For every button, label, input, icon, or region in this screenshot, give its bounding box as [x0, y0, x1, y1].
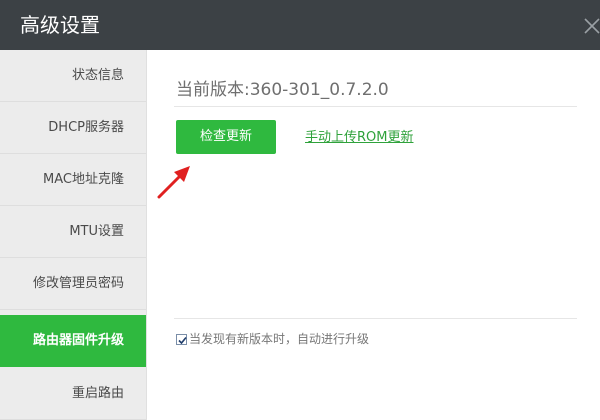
sidebar-item-mac-clone[interactable]: MAC地址克隆 — [0, 154, 146, 206]
settings-window: 高级设置 状态信息 DHCP服务器 MAC地址克隆 MTU设置 修改管理员密码 … — [0, 0, 600, 420]
sidebar-item-mtu-settings[interactable]: MTU设置 — [0, 206, 146, 258]
close-icon[interactable] — [580, 14, 600, 38]
auto-upgrade-label: 当发现有新版本时，自动进行升级 — [189, 332, 370, 346]
sidebar-item-admin-password[interactable]: 修改管理员密码 — [0, 258, 146, 310]
sidebar: 状态信息 DHCP服务器 MAC地址克隆 MTU设置 修改管理员密码 路由器固件… — [0, 50, 147, 420]
title-bar: 高级设置 — [0, 0, 600, 50]
current-version-text: 当前版本:360-301_0.7.2.0 — [176, 80, 389, 100]
window-title: 高级设置 — [20, 13, 100, 37]
divider — [174, 318, 577, 319]
sidebar-item-status-info[interactable]: 状态信息 — [0, 50, 146, 102]
divider — [174, 106, 577, 107]
auto-upgrade-checkbox[interactable] — [176, 334, 187, 345]
red-arrow-icon — [157, 163, 197, 207]
manual-upload-rom-link[interactable]: 手动上传ROM更新 — [305, 129, 413, 147]
main-panel: 当前版本:360-301_0.7.2.0 检查更新 手动上传ROM更新 当发现有… — [147, 50, 600, 420]
sidebar-item-firmware-upgrade[interactable]: 路由器固件升级 — [0, 315, 146, 367]
sidebar-item-dhcp-server[interactable]: DHCP服务器 — [0, 102, 146, 154]
auto-upgrade-option: 当发现有新版本时，自动进行升级 — [176, 331, 369, 347]
sidebar-item-reboot-router[interactable]: 重启路由 — [0, 368, 146, 420]
check-update-button[interactable]: 检查更新 — [176, 120, 276, 154]
